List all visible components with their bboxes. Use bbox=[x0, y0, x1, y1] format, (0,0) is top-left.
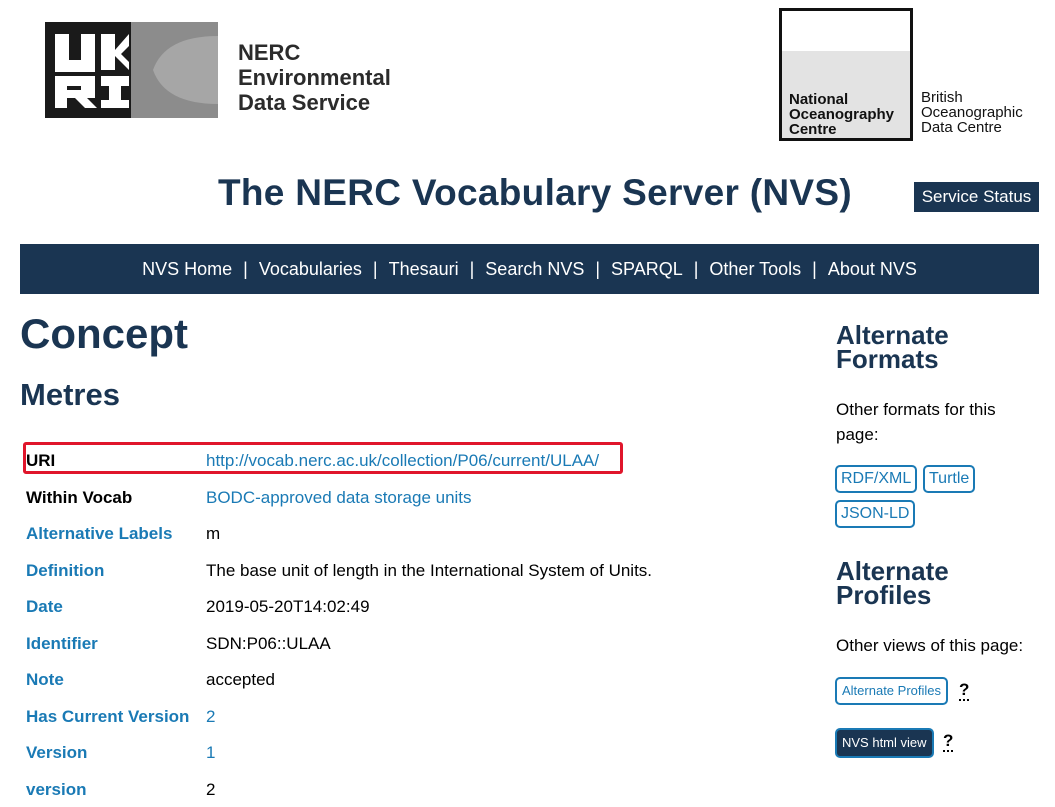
property-value: 2 bbox=[206, 780, 216, 799]
property-key-link[interactable]: Date bbox=[26, 595, 63, 619]
property-key-link[interactable]: Definition bbox=[26, 559, 104, 583]
nav-item-thesauri[interactable]: Thesauri bbox=[378, 259, 470, 280]
uri-link[interactable]: http://vocab.nerc.ac.uk/collection/P06/c… bbox=[206, 449, 599, 473]
within-vocab-link[interactable]: BODC-approved data storage units bbox=[206, 486, 472, 510]
nav-item-sparql[interactable]: SPARQL bbox=[600, 259, 694, 280]
property-key-link[interactable]: Version bbox=[26, 741, 87, 765]
noc-logo: National Oceanography Centre bbox=[779, 8, 913, 141]
alternate-profiles-text: Other views of this page: bbox=[836, 636, 1024, 655]
nav-item-nvs-home[interactable]: NVS Home bbox=[131, 259, 243, 280]
help-icon[interactable]: ? bbox=[959, 681, 970, 701]
version-link[interactable]: 1 bbox=[206, 741, 215, 765]
property-value: The base unit of length in the Internati… bbox=[206, 561, 653, 580]
property-key-link[interactable]: Has Current Version bbox=[26, 705, 189, 729]
property-value: SDN:P06::ULAA bbox=[206, 634, 331, 653]
ukri-logo bbox=[45, 22, 218, 118]
nerc-eds-logo-text: NERC Environmental Data Service bbox=[238, 40, 391, 115]
property-key-link[interactable]: Alternative Labels bbox=[26, 522, 172, 546]
nav-item-about-nvs[interactable]: About NVS bbox=[817, 259, 928, 280]
property-value: 2019-05-20T14:02:49 bbox=[206, 597, 370, 616]
property-value: m bbox=[206, 524, 221, 543]
alternate-formats-heading: Alternate Formats bbox=[836, 320, 949, 374]
main-navbar: NVS Home | Vocabularies | Thesauri | Sea… bbox=[20, 244, 1039, 294]
nav-item-search-nvs[interactable]: Search NVS bbox=[474, 259, 595, 280]
nav-item-vocabularies[interactable]: Vocabularies bbox=[248, 259, 373, 280]
alternate-profiles-button[interactable]: Alternate Profiles bbox=[835, 677, 948, 705]
alternate-formats-text: Other formats for this page: bbox=[836, 400, 996, 444]
property-key-link[interactable]: version bbox=[26, 778, 86, 802]
noc-logo-text: National Oceanography Centre bbox=[789, 91, 895, 138]
property-key-link[interactable]: Identifier bbox=[26, 632, 98, 656]
service-status-button[interactable]: Service Status bbox=[914, 182, 1039, 212]
page-title: Concept bbox=[20, 310, 188, 357]
current-version-link[interactable]: 2 bbox=[206, 705, 215, 729]
bodc-logo-text: British Oceanographic Data Centre bbox=[921, 89, 1023, 136]
property-value: accepted bbox=[206, 670, 275, 689]
property-key-link[interactable]: Note bbox=[26, 668, 64, 692]
property-key: URI bbox=[26, 451, 56, 470]
concept-label: Metres bbox=[20, 377, 120, 412]
format-turtle-button[interactable]: Turtle bbox=[923, 465, 976, 493]
site-title: The NERC Vocabulary Server (NVS) bbox=[218, 172, 852, 213]
help-icon[interactable]: ? bbox=[943, 732, 954, 752]
nvs-html-view-button[interactable]: NVS html view bbox=[835, 728, 934, 758]
nav-item-other-tools[interactable]: Other Tools bbox=[698, 259, 812, 280]
property-key: Within Vocab bbox=[26, 488, 133, 507]
format-json-ld-button[interactable]: JSON-LD bbox=[835, 500, 916, 528]
format-rdf-xml-button[interactable]: RDF/XML bbox=[835, 465, 918, 493]
alternate-profiles-heading: Alternate Profiles bbox=[836, 556, 949, 610]
